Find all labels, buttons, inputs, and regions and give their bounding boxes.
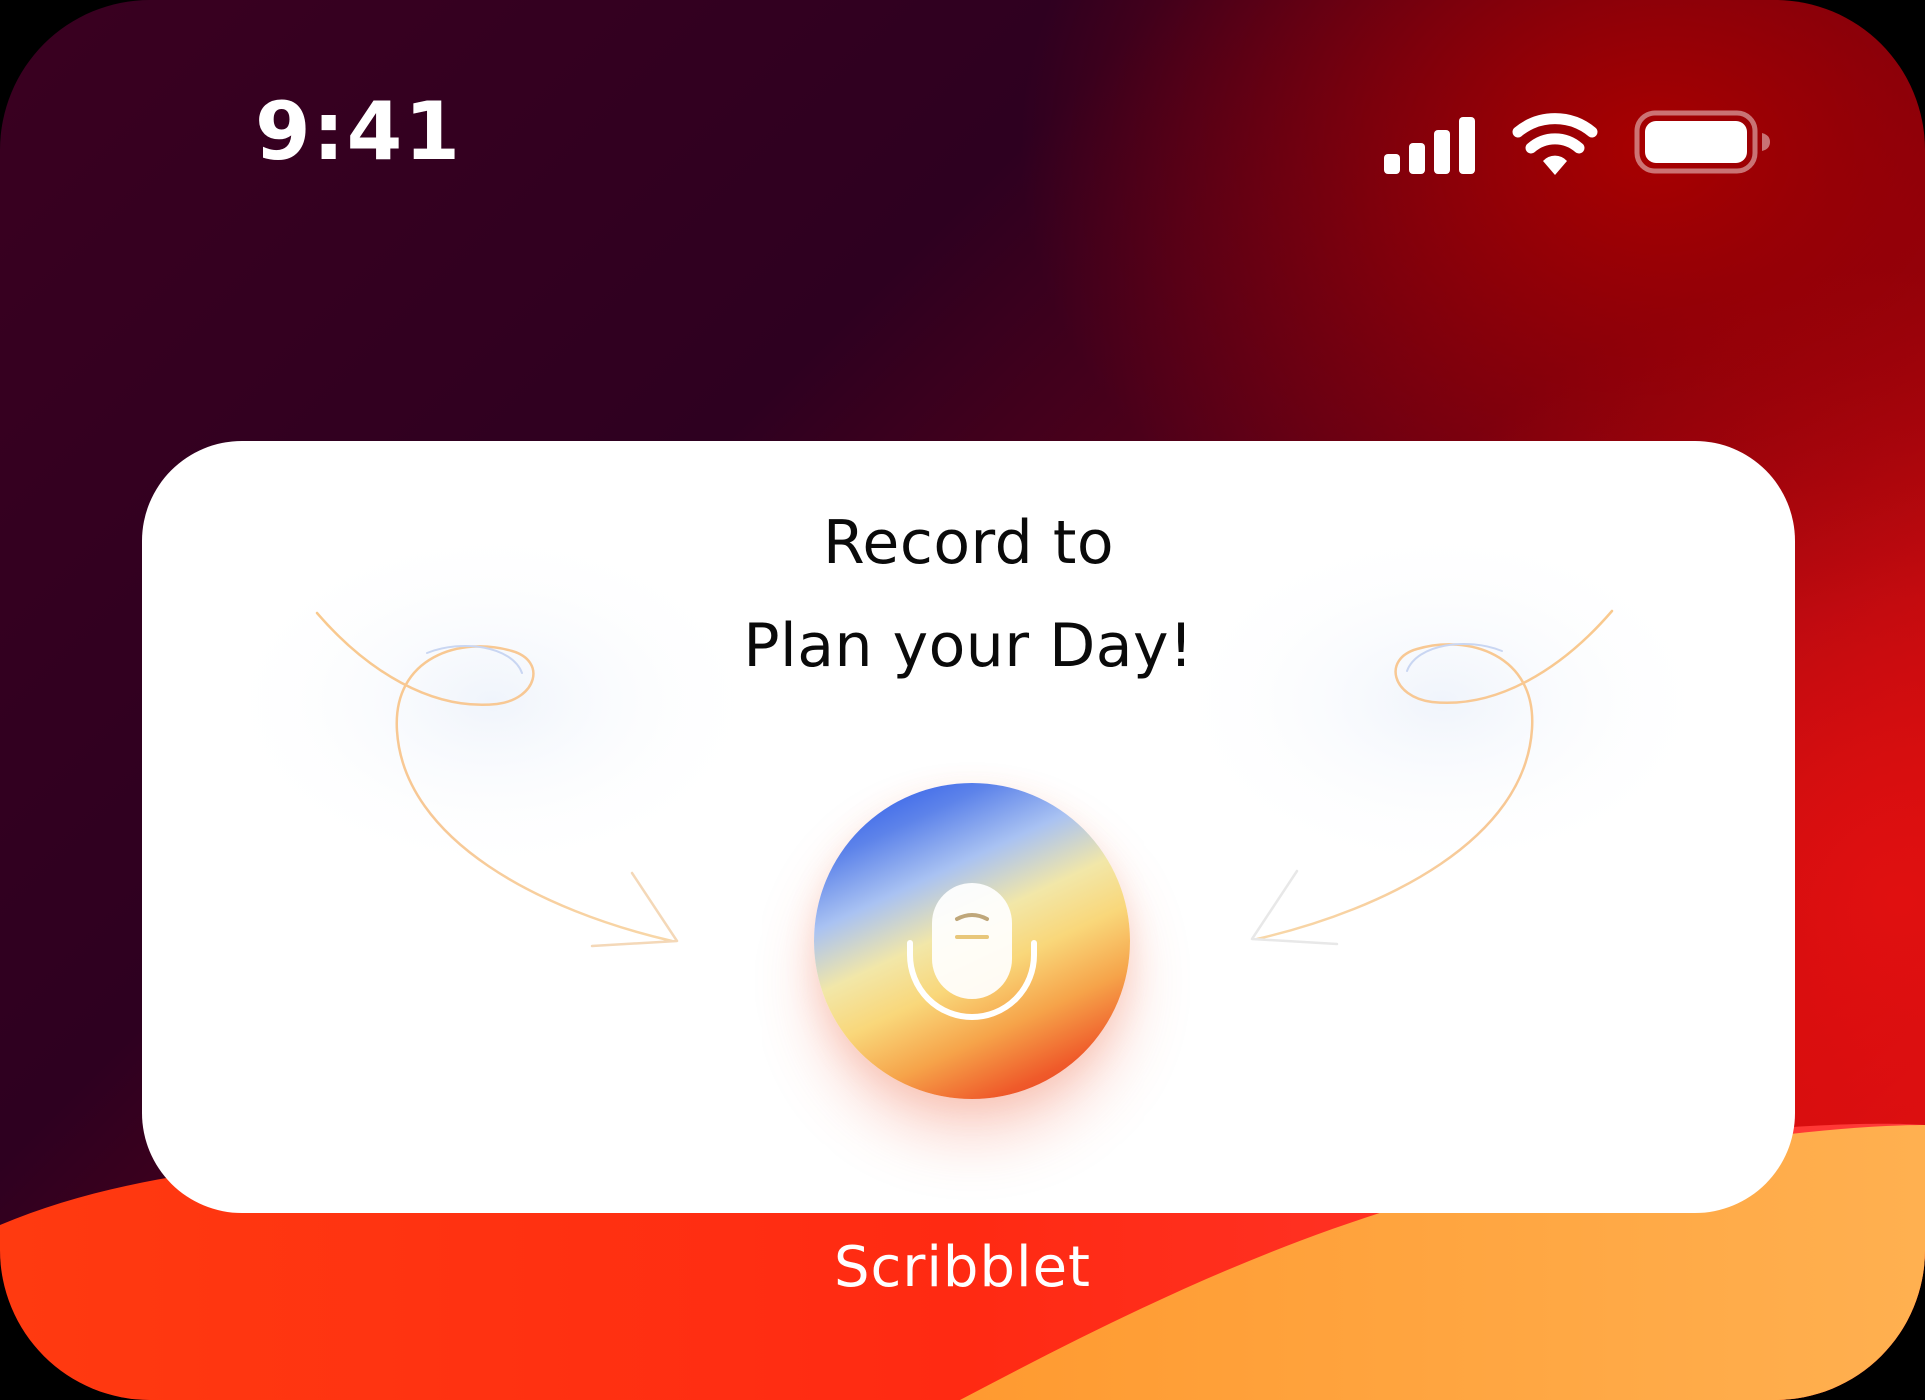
battery-icon [1634,110,1770,174]
cellular-signal-icon [1384,117,1475,174]
wifi-icon [1512,113,1598,175]
widget-title-line2: Plan your Day! [743,611,1194,681]
status-bar: 9:41 [0,0,1925,250]
record-button[interactable] [814,783,1130,1099]
home-screen: 9:41 Record to Plan your Day! Scribblet [0,0,1925,1400]
microphone-icon [907,883,1037,1020]
status-icons [1384,110,1770,175]
app-name-label: Scribblet [834,1235,1091,1300]
scribblet-widget[interactable]: Record to Plan your Day! [142,441,1795,1213]
widget-title-line1: Record to [822,508,1115,578]
clock-time: 9:41 [255,85,462,178]
